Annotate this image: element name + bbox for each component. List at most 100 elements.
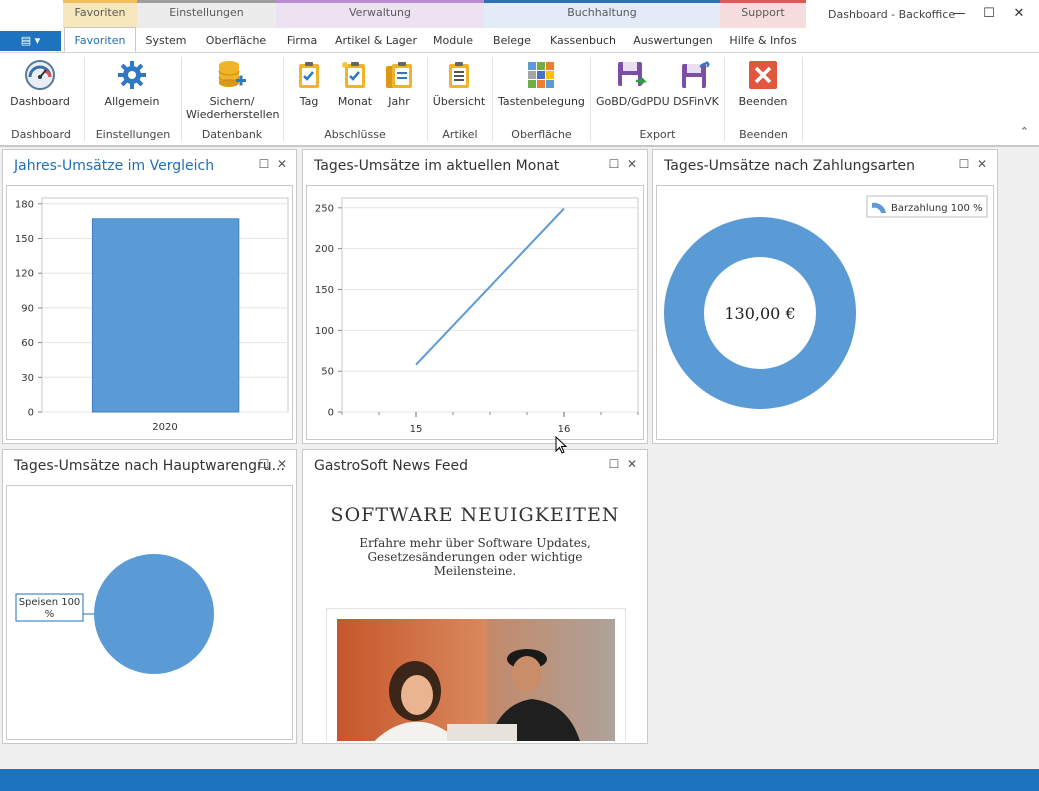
- panel-tages-umsaetze: Tages-Umsätze im aktuellen Monat ☐ ✕ 0 50…: [302, 149, 648, 444]
- group-support-label: Support: [741, 6, 785, 19]
- group-label-dashboard: Dashboard: [11, 128, 71, 141]
- clipboard-check-icon: [299, 62, 319, 88]
- maximize-panel-button[interactable]: ☐: [957, 157, 971, 171]
- gear-icon: [118, 61, 146, 89]
- group-label-artikel: Artikel: [442, 128, 478, 141]
- y-tick-label: 150: [15, 234, 34, 245]
- bar: [91, 218, 240, 413]
- allgemein-button[interactable]: Allgemein: [100, 59, 164, 108]
- tab-auswertungen[interactable]: Auswertungen: [632, 28, 714, 52]
- panel-zahlungsarten: Tages-Umsätze nach Zahlungsarten ☐ ✕ 130…: [652, 149, 998, 444]
- bar-chart: 0 30 60 90 120 150 180 2020: [15, 197, 289, 433]
- panel-title: Tages-Umsätze im aktuellen Monat: [314, 158, 560, 174]
- maximize-panel-button[interactable]: ☐: [257, 457, 271, 471]
- monat-button[interactable]: Monat: [334, 59, 376, 108]
- group-verwaltung-label: Verwaltung: [349, 6, 411, 19]
- gobd-gdpdu-button[interactable]: GoBD/GdPDU: [596, 59, 670, 108]
- group-buchhaltung: Buchhaltung: [484, 0, 720, 28]
- chart-container: 130,00 € Barzahlung 100 %: [656, 185, 994, 440]
- tag-button[interactable]: Tag: [292, 59, 326, 108]
- chart-container: 0 50 100 150 200 250 15 16: [306, 185, 644, 440]
- close-panel-button[interactable]: ✕: [975, 157, 989, 171]
- y-tick-label: 120: [15, 269, 34, 280]
- y-tick-label: 200: [315, 244, 334, 255]
- chart-container: 0 30 60 90 120 150 180 2020: [6, 185, 293, 440]
- group-label-oberflaeche: Oberfläche: [511, 128, 572, 141]
- y-tick-label: 180: [15, 199, 34, 210]
- tab-kassenbuch[interactable]: Kassenbuch: [548, 28, 618, 52]
- beenden-button[interactable]: Beenden: [732, 59, 794, 108]
- y-tick-label: 100: [315, 326, 334, 337]
- tab-oberflaeche[interactable]: Oberfläche: [204, 28, 268, 52]
- tab-artikel-lager[interactable]: Artikel & Lager: [334, 28, 418, 52]
- close-panel-button[interactable]: ✕: [625, 457, 639, 471]
- y-tick-label: 90: [21, 303, 34, 314]
- news-subtext: Erfahre mehr über Software Updates, Gese…: [359, 536, 591, 578]
- y-tick-label: 0: [328, 408, 334, 419]
- app-menu-button[interactable]: ▤ ▾: [0, 31, 61, 51]
- close-panel-button[interactable]: ✕: [275, 157, 289, 171]
- plot-area: [341, 197, 639, 413]
- collapse-ribbon-button[interactable]: ⌃: [1020, 125, 1029, 138]
- y-tick-label: 50: [321, 367, 334, 378]
- group-support: Support: [720, 0, 806, 28]
- uebersicht-button-label: Übersicht: [432, 95, 486, 108]
- clipboard-stack-icon: [386, 62, 412, 88]
- sichern-label-line1: Sichern/: [209, 95, 255, 108]
- uebersicht-button[interactable]: Übersicht: [432, 59, 486, 108]
- close-window-button[interactable]: ✕: [1008, 5, 1030, 23]
- database-backup-icon: [218, 61, 246, 87]
- tab-system[interactable]: System: [140, 28, 192, 52]
- tab-hilfe-infos[interactable]: Hilfe & Infos: [726, 28, 800, 52]
- dsfinvk-button-label: DSFinVK: [673, 95, 719, 108]
- mouse-cursor-icon: [555, 436, 568, 454]
- group-favoriten: Favoriten: [63, 0, 137, 28]
- maximize-panel-button[interactable]: ☐: [607, 157, 621, 171]
- jahr-button[interactable]: Jahr: [382, 59, 416, 108]
- group-verwaltung: Verwaltung: [276, 0, 484, 28]
- x-tick-label: 15: [410, 424, 423, 435]
- clipboard-list-icon: [449, 62, 469, 88]
- ribbon-separator: [802, 57, 803, 141]
- news-image-frame[interactable]: [326, 608, 626, 741]
- tab-favoriten[interactable]: Favoriten: [64, 27, 136, 52]
- dsfinvk-button[interactable]: DSFinVK: [672, 59, 720, 108]
- chart-container: Speisen 100%: [6, 485, 293, 740]
- sichern-label-line2: Wiederherstellen: [186, 108, 280, 121]
- ribbon-panel: Dashboard Allgemein Sichern/ Wiederherst…: [0, 53, 1039, 147]
- tab-belege[interactable]: Belege: [490, 28, 534, 52]
- y-tick-label: 150: [315, 285, 334, 296]
- pie-chart: Speisen 100%: [15, 554, 214, 674]
- group-label-beenden: Beenden: [739, 128, 788, 141]
- dashboard-button[interactable]: Dashboard: [8, 59, 72, 108]
- close-panel-button[interactable]: ✕: [275, 457, 289, 471]
- clipboard-star-icon: [342, 62, 365, 88]
- speedometer-icon: [25, 60, 55, 90]
- maximize-panel-button[interactable]: ☐: [257, 157, 271, 171]
- panel-title: Tages-Umsätze nach Zahlungsarten: [664, 158, 915, 174]
- y-tick-label: 250: [315, 203, 334, 214]
- minimize-button[interactable]: —: [948, 5, 970, 23]
- legend-entry: Barzahlung 100 %: [891, 203, 983, 214]
- allgemein-button-label: Allgemein: [104, 95, 160, 108]
- donut-chart: 130,00 € Barzahlung 100 %: [664, 195, 988, 409]
- line-chart: 0 50 100 150 200 250 15 16: [315, 197, 639, 435]
- tab-firma[interactable]: Firma: [282, 28, 322, 52]
- x-tick-label: 16: [558, 424, 571, 435]
- tag-button-label: Tag: [299, 95, 319, 108]
- panel-news-feed: GastroSoft News Feed ☐ ✕ SOFTWARE NEUIGK…: [302, 449, 648, 744]
- panel-hauptwarengruppen: Tages-Umsätze nach Hauptwarengru... ☐ ✕ …: [2, 449, 297, 744]
- tastenbelegung-button[interactable]: Tastenbelegung: [498, 59, 585, 108]
- sichern-wiederherstellen-button[interactable]: Sichern/ Wiederherstellen: [186, 59, 280, 121]
- tab-module[interactable]: Module: [430, 28, 476, 52]
- gobd-button-label: GoBD/GdPDU: [596, 95, 670, 108]
- exit-x-icon: [749, 61, 777, 89]
- maximize-panel-button[interactable]: ☐: [607, 457, 621, 471]
- close-panel-button[interactable]: ✕: [625, 157, 639, 171]
- panel-title: Jahres-Umsätze im Vergleich: [14, 158, 215, 174]
- news-content[interactable]: SOFTWARE NEUIGKEITEN Erfahre mehr über S…: [305, 484, 645, 741]
- maximize-button[interactable]: ☐: [978, 5, 1000, 23]
- jahr-button-label: Jahr: [388, 95, 410, 108]
- news-photo-image: [337, 619, 615, 741]
- y-tick-label: 60: [21, 338, 34, 349]
